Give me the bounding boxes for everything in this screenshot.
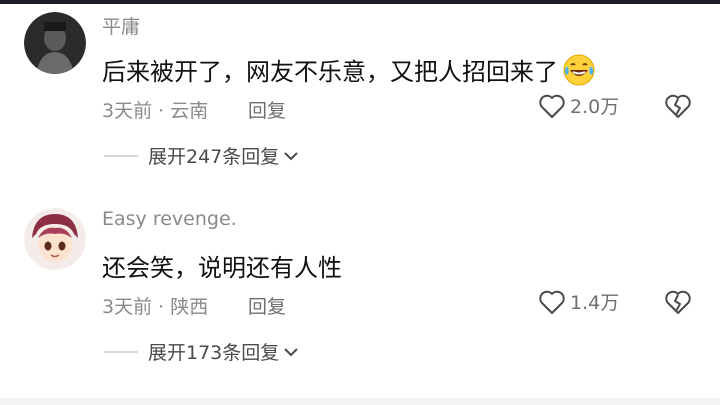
divider-line	[104, 350, 138, 353]
broken-heart-icon[interactable]	[664, 93, 692, 119]
laughing-tears-icon	[562, 53, 596, 87]
comment-meta: 3天前 · 陕西	[102, 296, 209, 318]
expand-replies-label: 展开173条回复	[148, 342, 280, 364]
reply-button[interactable]: 回复	[248, 292, 286, 319]
comment-body: 后来被开了，网友不乐意，又把人招回来了	[102, 58, 558, 86]
comment-text: 后来被开了，网友不乐意，又把人招回来了	[102, 52, 596, 87]
comment-meta: 3天前 · 云南	[102, 100, 209, 122]
comment-body: 还会笑，说明还有人性	[102, 254, 342, 282]
chevron-down-icon	[284, 151, 298, 160]
author-name[interactable]: 平庸	[102, 12, 140, 39]
avatar[interactable]	[24, 208, 86, 270]
like-button[interactable]: 1.4万	[538, 288, 619, 315]
broken-heart-icon[interactable]	[664, 289, 692, 315]
divider-line	[104, 154, 138, 157]
expand-replies[interactable]: 展开247条回复	[104, 142, 299, 169]
comment-item: 平庸 后来被开了，网友不乐意，又把人招回来了 3天前 · 云南 回复 2.0万 …	[0, 0, 720, 190]
author-name[interactable]: Easy revenge.	[102, 208, 237, 230]
expand-replies[interactable]: 展开173条回复	[104, 338, 299, 365]
comment-text: 还会笑，说明还有人性	[102, 248, 342, 283]
like-count: 2.0万	[570, 96, 620, 118]
next-comment-edge	[0, 398, 720, 405]
avatar[interactable]	[24, 12, 86, 74]
like-count: 1.4万	[570, 292, 620, 314]
chevron-down-icon	[284, 347, 298, 356]
like-button[interactable]: 2.0万	[538, 92, 619, 119]
expand-replies-label: 展开247条回复	[148, 146, 280, 168]
reply-button[interactable]: 回复	[248, 96, 286, 123]
heart-icon	[539, 290, 565, 314]
comment-item: Easy revenge. 还会笑，说明还有人性 3天前 · 陕西 回复 1.4…	[0, 196, 720, 386]
heart-icon	[539, 94, 565, 118]
